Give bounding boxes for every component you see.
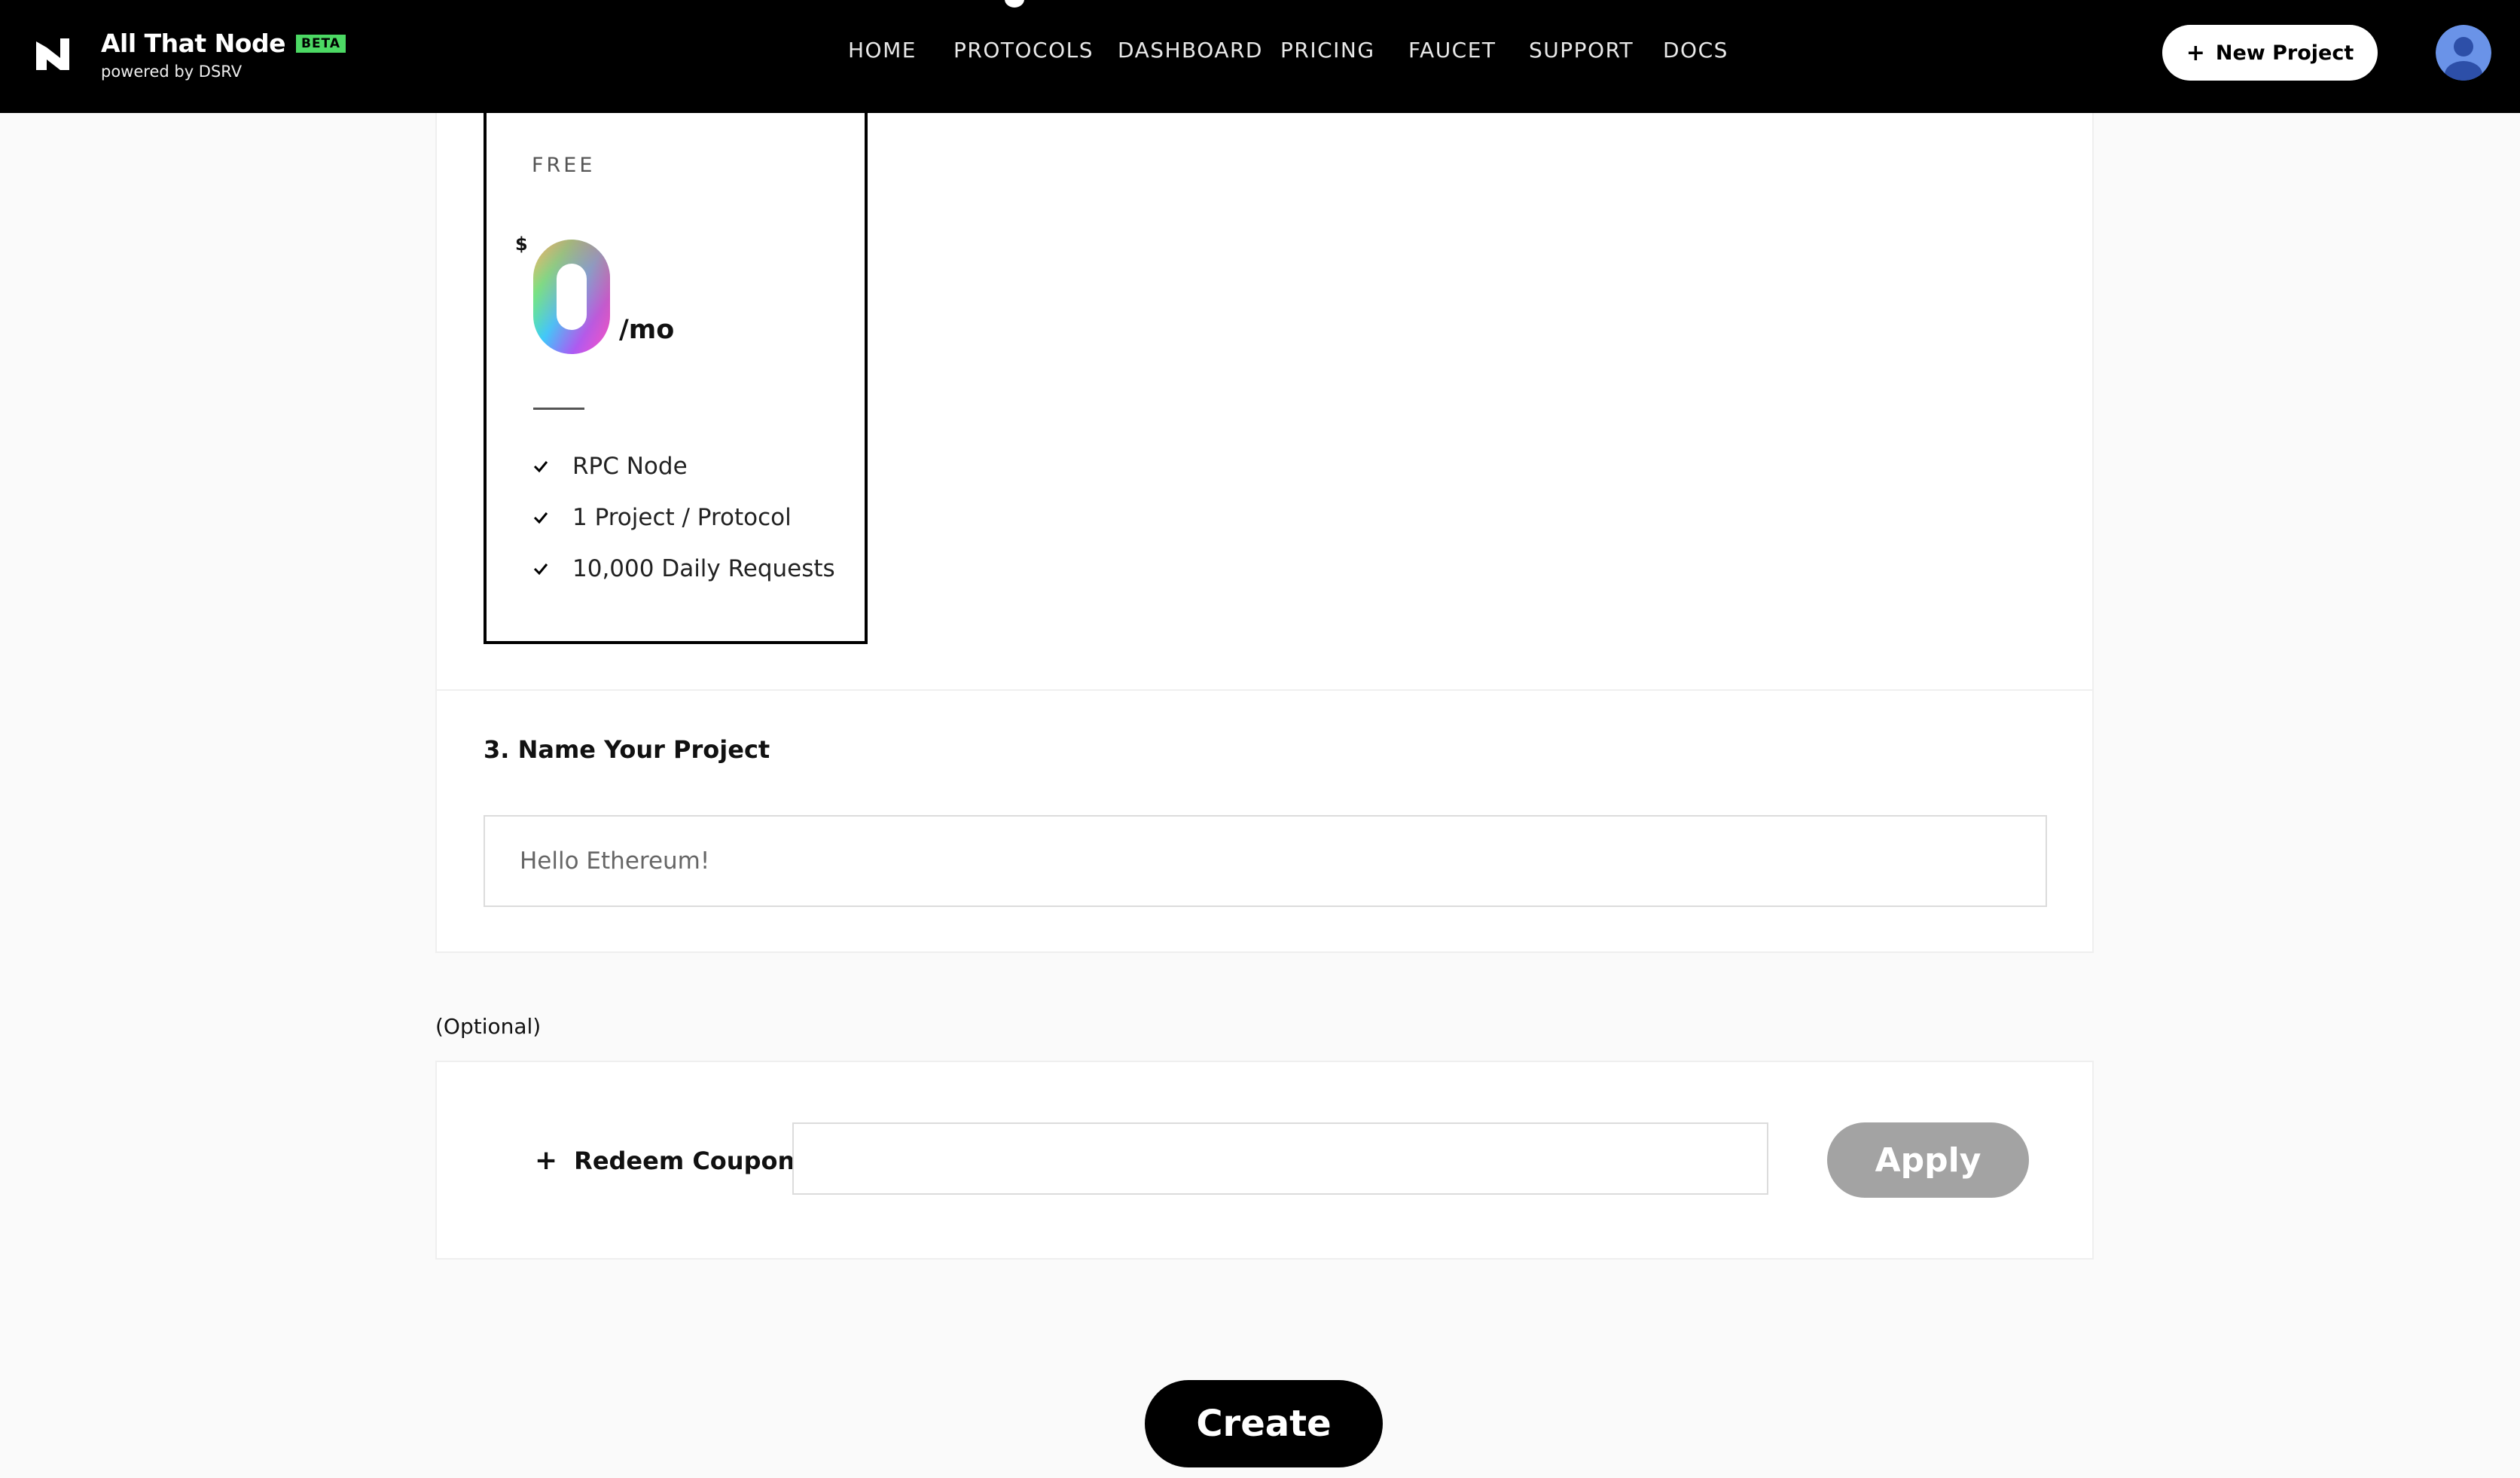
nav-home[interactable]: HOME: [848, 38, 917, 63]
optional-label: (Optional): [435, 1014, 542, 1039]
top-navigation-bar: All That Node BETA powered by DSRV HOME …: [0, 0, 2520, 113]
create-project-button[interactable]: Create: [1145, 1380, 1383, 1467]
new-project-button[interactable]: + New Project: [2162, 25, 2378, 81]
feature-item: 10,000 Daily Requests: [532, 555, 835, 582]
nav-support[interactable]: SUPPORT: [1529, 38, 1634, 63]
nav-protocols[interactable]: PROTOCOLS: [953, 38, 1094, 63]
feature-item: 1 Project / Protocol: [532, 504, 792, 531]
price-zero-gradient: 0: [533, 240, 610, 354]
plan-card-free[interactable]: FREE $ 0 /mo RPC Node 1 Project / Protoc…: [484, 113, 868, 644]
user-avatar-icon[interactable]: [2436, 25, 2491, 81]
price-period: /mo: [619, 315, 675, 345]
section-divider: [437, 689, 2092, 691]
feature-label: 10,000 Daily Requests: [572, 555, 835, 582]
plus-icon: +: [535, 1145, 558, 1176]
plus-icon: +: [2186, 39, 2205, 66]
redeem-coupon-toggle[interactable]: + Redeem Coupon: [535, 1145, 795, 1176]
currency-symbol: $: [515, 234, 528, 255]
feature-item: RPC Node: [532, 453, 688, 480]
coupon-card: + Redeem Coupon Apply: [435, 1061, 2094, 1260]
feature-label: RPC Node: [572, 453, 688, 480]
new-project-label: New Project: [2215, 41, 2354, 65]
decorative-dot: [1005, 0, 1024, 8]
plan-divider: [533, 408, 584, 410]
nav-faucet[interactable]: FAUCET: [1408, 38, 1496, 63]
nav-docs[interactable]: DOCS: [1663, 38, 1728, 63]
nav-pricing[interactable]: PRICING: [1280, 38, 1375, 63]
apply-coupon-button[interactable]: Apply: [1827, 1122, 2029, 1198]
project-name-input[interactable]: [484, 815, 2047, 907]
redeem-coupon-label: Redeem Coupon: [574, 1146, 795, 1175]
check-icon: [533, 512, 548, 524]
nav-dashboard[interactable]: DASHBOARD: [1118, 38, 1263, 63]
main-nav: HOME PROTOCOLS DASHBOARD PRICING FAUCET …: [0, 38, 2520, 68]
feature-label: 1 Project / Protocol: [572, 504, 792, 531]
coupon-code-input[interactable]: [792, 1122, 1768, 1195]
project-config-card: FREE $ 0 /mo RPC Node 1 Project / Protoc…: [435, 113, 2094, 953]
check-icon: [533, 563, 548, 576]
name-project-title: 3. Name Your Project: [484, 735, 770, 764]
plan-name: FREE: [532, 154, 596, 177]
check-icon: [533, 461, 548, 473]
